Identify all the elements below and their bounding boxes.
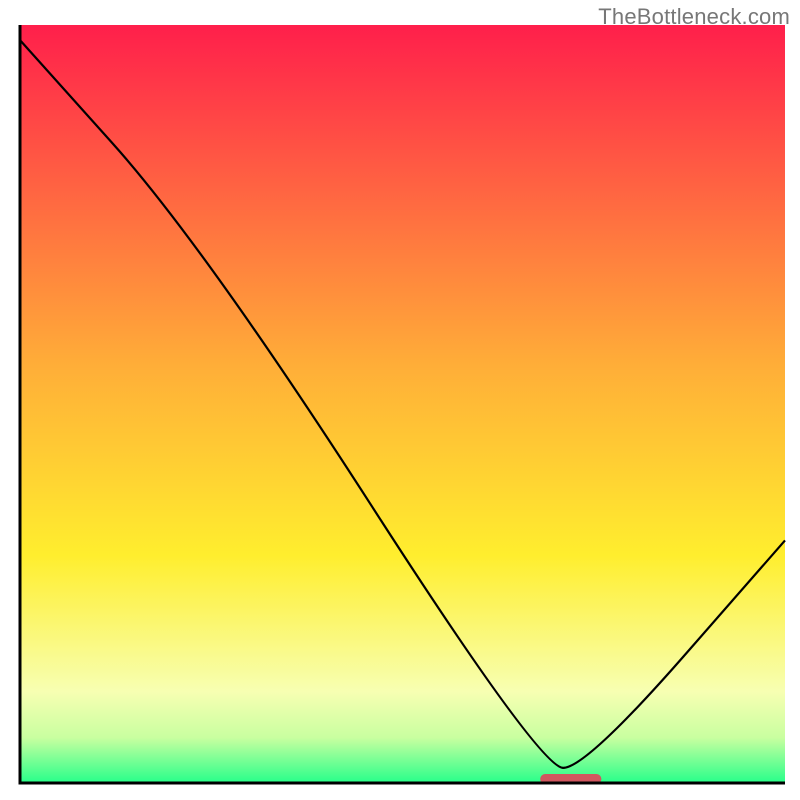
gradient-background (20, 25, 785, 783)
bottleneck-chart (0, 0, 800, 800)
watermark-label: TheBottleneck.com (598, 4, 790, 30)
chart-stage: TheBottleneck.com (0, 0, 800, 800)
plot-area (20, 25, 785, 784)
